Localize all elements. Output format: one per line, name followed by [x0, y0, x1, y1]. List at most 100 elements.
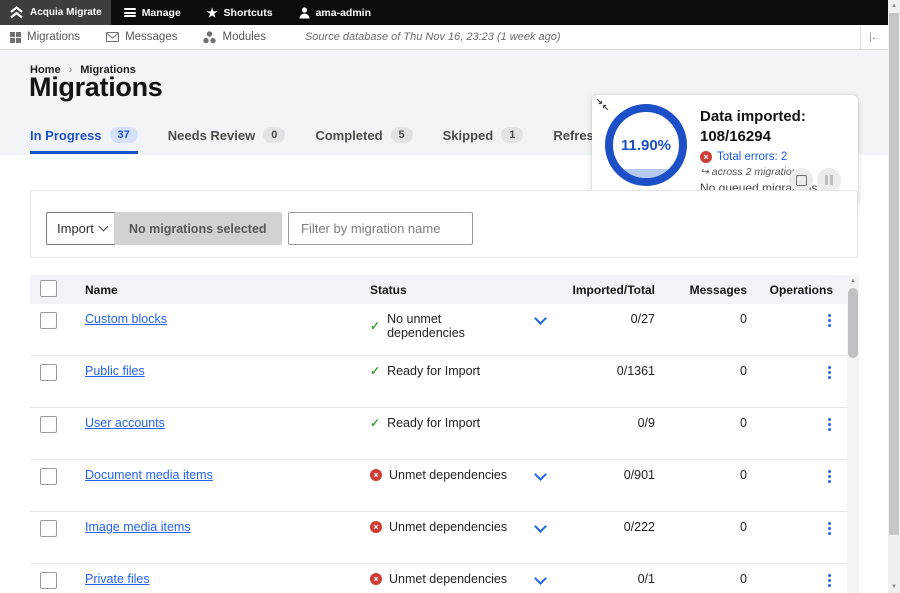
imported-total-value: 0/1 — [560, 572, 655, 586]
pause-import-button[interactable] — [817, 168, 841, 192]
tab-count-badge: 37 — [110, 127, 138, 143]
source-database-note: Source database of Thu Nov 16, 23:23 (1 … — [305, 31, 561, 43]
header-name: Name — [85, 283, 370, 297]
header-messages: Messages — [655, 283, 747, 297]
row-checkbox[interactable] — [40, 364, 57, 381]
manage-label: Manage — [142, 7, 181, 19]
hamburger-icon — [124, 8, 136, 17]
migration-link[interactable]: Private files — [85, 572, 150, 586]
stop-import-button[interactable] — [789, 168, 813, 192]
app-window: Acquia Migrate Manage ★ Shortcuts ama-ad… — [0, 0, 900, 593]
messages-count: 0 — [655, 520, 747, 534]
brand-acquia-migrate[interactable]: Acquia Migrate — [0, 0, 111, 25]
scroll-up-arrow-icon[interactable]: ▲ — [847, 275, 859, 287]
shortcuts-label: Shortcuts — [224, 7, 273, 19]
row-checkbox[interactable] — [40, 312, 57, 329]
migration-link[interactable]: Public files — [85, 364, 145, 378]
operations-menu-icon[interactable] — [826, 572, 833, 589]
header-status: Status — [370, 283, 520, 297]
operations-menu-icon[interactable] — [826, 468, 833, 485]
status-text: Ready for Import — [387, 416, 480, 430]
tab-skipped[interactable]: Skipped 1 — [443, 127, 524, 154]
imported-total-value: 0/901 — [560, 468, 655, 482]
import-dropdown-button[interactable]: Import — [46, 212, 118, 245]
operations-menu-icon[interactable] — [826, 416, 833, 433]
grid-icon — [10, 32, 21, 43]
chevron-down-icon — [98, 222, 108, 232]
tab-count-badge: 1 — [501, 127, 523, 143]
tab-label: In Progress — [30, 128, 102, 143]
window-scrollbar-thumb[interactable] — [889, 13, 899, 535]
total-errors-row: × Total errors: 2 — [700, 151, 850, 163]
toolbar-item-modules[interactable]: Modules — [190, 31, 278, 44]
select-all-checkbox[interactable] — [40, 280, 57, 297]
modules-icon — [203, 31, 216, 44]
tab-label: Completed — [315, 128, 382, 143]
row-checkbox[interactable] — [40, 572, 57, 589]
scroll-up-arrow-icon[interactable]: ▲ — [888, 0, 900, 12]
table-scrollbar[interactable]: ▲ — [847, 275, 859, 593]
imported-total-value: 0/222 — [560, 520, 655, 534]
selection-count-button[interactable]: No migrations selected — [114, 212, 282, 245]
actions-panel: Import No migrations selected — [30, 190, 858, 258]
topbar-item-user[interactable]: ama-admin — [286, 0, 384, 25]
table-row: Document media items × Unmet dependencie… — [30, 460, 847, 512]
table-scrollbar-thumb[interactable] — [848, 288, 858, 358]
imported-total-value: 0/1361 — [560, 364, 655, 378]
acquia-logo-icon — [9, 6, 24, 19]
operations-menu-icon[interactable] — [826, 520, 833, 537]
table-row: Private files × Unmet dependencies 0/1 0 — [30, 564, 847, 593]
window-scrollbar[interactable]: ▲ ▼ — [888, 0, 900, 593]
tab-needs-review[interactable]: Needs Review 0 — [168, 127, 286, 154]
tab-label: Skipped — [443, 128, 494, 143]
row-checkbox[interactable] — [40, 520, 57, 537]
chevron-down-icon[interactable] — [534, 312, 547, 325]
progress-percent: 11.90% — [613, 112, 679, 178]
imported-total-value: 0/9 — [560, 416, 655, 430]
messages-count: 0 — [655, 416, 747, 430]
messages-count: 0 — [655, 572, 747, 586]
migration-filter-input[interactable] — [288, 212, 473, 245]
scroll-down-arrow-icon[interactable]: ▼ — [888, 581, 900, 593]
toolbar-item-migrations[interactable]: Migrations — [0, 31, 93, 43]
toolbar-item-messages[interactable]: Messages — [93, 31, 190, 43]
operations-menu-icon[interactable] — [826, 312, 833, 329]
tab-completed[interactable]: Completed 5 — [315, 127, 412, 154]
total-errors-link[interactable]: Total errors: 2 — [717, 151, 787, 163]
imported-total-value: 0/27 — [560, 312, 655, 326]
status-text: Unmet dependencies — [389, 572, 507, 586]
row-checkbox[interactable] — [40, 416, 57, 433]
operations-menu-icon[interactable] — [826, 364, 833, 381]
check-icon: ✓ — [370, 416, 380, 430]
tab-in-progress[interactable]: In Progress 37 — [30, 127, 138, 154]
topbar-item-manage[interactable]: Manage — [111, 0, 194, 25]
header-operations: Operations — [747, 283, 847, 297]
table-header-row: Name Status Imported/Total Messages Oper… — [30, 275, 847, 304]
collapse-diagonal-icon[interactable] — [596, 98, 609, 111]
page-title: Migrations — [29, 72, 163, 103]
envelope-icon — [106, 32, 119, 42]
migration-link[interactable]: Document media items — [85, 468, 213, 482]
brand-label: Acquia Migrate — [30, 7, 102, 18]
migration-link[interactable]: Custom blocks — [85, 312, 167, 326]
check-icon: ✓ — [370, 319, 380, 333]
stop-icon — [796, 175, 807, 186]
across-arrow-icon: ↪ — [700, 166, 709, 178]
toolbar-collapse-button[interactable]: |← — [860, 25, 888, 49]
migration-link[interactable]: User accounts — [85, 416, 165, 430]
messages-count: 0 — [655, 364, 747, 378]
status-text: Unmet dependencies — [389, 520, 507, 534]
tab-count-badge: 5 — [391, 127, 413, 143]
topbar-item-shortcuts[interactable]: ★ Shortcuts — [194, 0, 286, 25]
tab-count-badge: 0 — [263, 127, 285, 143]
chevron-down-icon[interactable] — [534, 468, 547, 481]
migration-link[interactable]: Image media items — [85, 520, 191, 534]
messages-count: 0 — [655, 312, 747, 326]
chevron-down-icon[interactable] — [534, 520, 547, 533]
table-row: Image media items × Unmet dependencies 0… — [30, 512, 847, 564]
pause-icon — [825, 175, 833, 185]
admin-topbar: Acquia Migrate Manage ★ Shortcuts ama-ad… — [0, 0, 888, 25]
row-checkbox[interactable] — [40, 468, 57, 485]
user-icon — [299, 7, 310, 19]
chevron-down-icon[interactable] — [534, 572, 547, 585]
